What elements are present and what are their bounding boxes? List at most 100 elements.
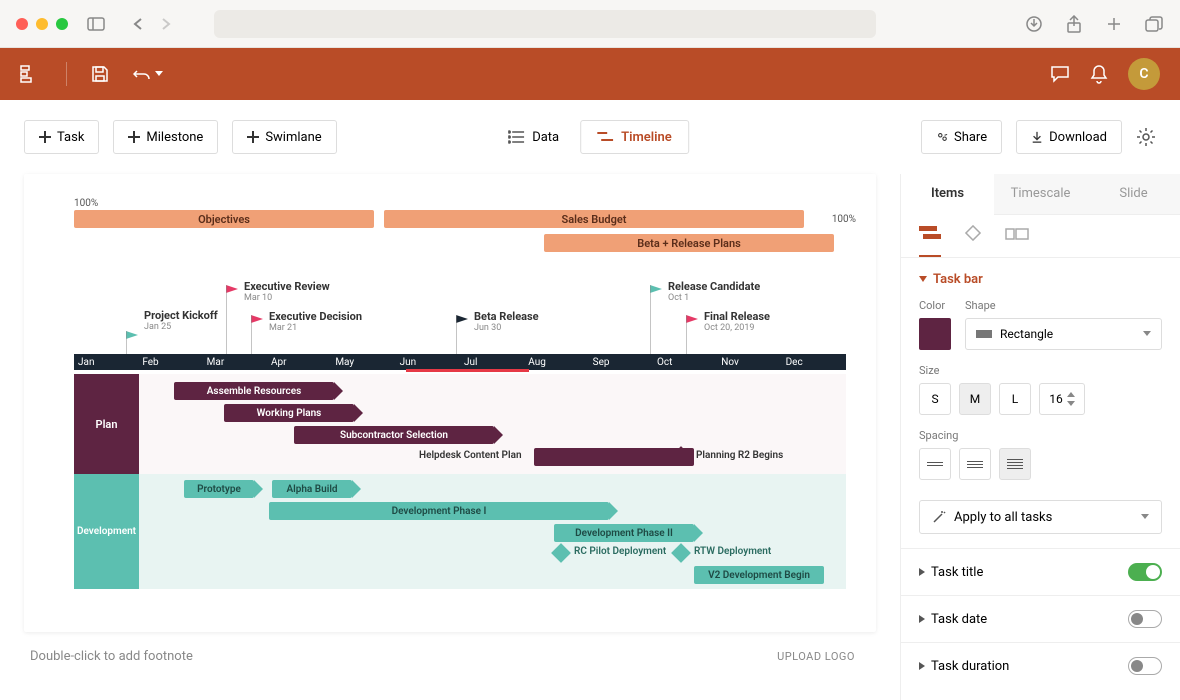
- label: Share: [954, 130, 987, 145]
- milestone-final-release[interactable]: Final Release Oct 20, 2019: [704, 310, 770, 333]
- label: Milestone: [146, 130, 203, 145]
- shape-tab-rect-icon[interactable]: [1005, 225, 1029, 257]
- rectangle-icon: [976, 330, 992, 338]
- avatar[interactable]: C: [1128, 58, 1160, 90]
- chevron-right-icon: [919, 568, 925, 576]
- size-large-button[interactable]: L: [999, 383, 1031, 415]
- section-task-date[interactable]: Task date: [901, 595, 1180, 642]
- bell-icon[interactable]: [1090, 64, 1108, 84]
- milestone-project-kickoff[interactable]: Project Kickoff Jan 25: [144, 309, 218, 332]
- milestone-rc-pilot[interactable]: [551, 543, 571, 563]
- settings-icon[interactable]: [1136, 127, 1156, 147]
- label: Timeline: [621, 130, 672, 145]
- shape-select[interactable]: Rectangle: [965, 318, 1162, 350]
- swimlane-plan[interactable]: Plan Assemble Resources Working Plans Su…: [74, 374, 846, 474]
- milestone-executive-review[interactable]: Executive Review Mar 10: [244, 280, 330, 303]
- timeline-canvas[interactable]: 100% 100% Objectives Sales Budget Beta +…: [24, 174, 876, 632]
- milestone-release-candidate[interactable]: Release Candidate Oct 1: [668, 280, 760, 303]
- size-small-button[interactable]: S: [919, 383, 951, 415]
- shape-label: Shape: [965, 299, 1162, 312]
- task-date-toggle[interactable]: [1128, 610, 1162, 628]
- spacing-loose-button[interactable]: [999, 448, 1031, 480]
- task-dev-phase-2[interactable]: Development Phase II: [554, 524, 694, 542]
- task-duration-toggle[interactable]: [1128, 657, 1162, 675]
- comment-icon[interactable]: [1050, 65, 1070, 83]
- task-subcontractor-selection[interactable]: Subcontractor Selection: [294, 426, 494, 444]
- task-alpha-build[interactable]: Alpha Build: [272, 480, 352, 498]
- apply-to-all-select[interactable]: Apply to all tasks: [919, 500, 1162, 534]
- task-assemble-resources[interactable]: Assemble Resources: [174, 382, 334, 400]
- percent-left: 100%: [74, 198, 98, 209]
- upload-logo-button[interactable]: UPLOAD LOGO: [762, 639, 870, 674]
- view-timeline-tab[interactable]: Timeline: [580, 120, 689, 154]
- task-v2-dev-begin[interactable]: V2 Development Begin: [694, 566, 824, 584]
- spacing-medium-button[interactable]: [959, 448, 991, 480]
- span-beta-release-plans[interactable]: Beta + Release Plans: [544, 234, 834, 252]
- download-icon[interactable]: [1024, 14, 1044, 34]
- color-swatch[interactable]: [919, 318, 951, 350]
- flag-icon: [126, 331, 140, 355]
- milestone-beta-release[interactable]: Beta Release Jun 30: [474, 310, 539, 333]
- share-icon[interactable]: [1064, 14, 1084, 34]
- flag-icon: [650, 285, 664, 355]
- chevron-right-icon: [919, 662, 925, 670]
- task-prototype[interactable]: Prototype: [184, 480, 254, 498]
- chevron-down-icon: [1143, 331, 1151, 337]
- flag-icon: [251, 315, 265, 355]
- tab-items[interactable]: Items: [901, 174, 994, 215]
- task-helpdesk-content-plan[interactable]: [534, 448, 694, 466]
- forward-button[interactable]: [156, 14, 176, 34]
- swimlane-label: Development: [74, 474, 139, 589]
- task-working-plans[interactable]: Working Plans: [224, 404, 354, 422]
- tab-slide[interactable]: Slide: [1087, 174, 1180, 214]
- traffic-lights: [16, 18, 68, 30]
- save-icon[interactable]: [91, 65, 109, 83]
- swimlane-development[interactable]: Development Prototype Alpha Build Develo…: [74, 474, 846, 589]
- app-logo-icon[interactable]: [20, 65, 42, 83]
- milestone-rtw[interactable]: [671, 543, 691, 563]
- size-value-input[interactable]: 16: [1039, 383, 1085, 415]
- span-objectives[interactable]: Objectives: [74, 210, 374, 228]
- back-button[interactable]: [128, 14, 148, 34]
- url-bar[interactable]: [214, 10, 876, 38]
- size-medium-button[interactable]: M: [959, 383, 991, 415]
- spacing-tight-button[interactable]: [919, 448, 951, 480]
- view-data-tab[interactable]: Data: [491, 120, 576, 154]
- span-sales-budget[interactable]: Sales Budget: [384, 210, 804, 228]
- milestone-executive-decision[interactable]: Executive Decision Mar 21: [269, 310, 362, 333]
- label: Data: [532, 130, 559, 145]
- properties-panel: Items Timescale Slide Task bar Color Sha…: [900, 174, 1180, 700]
- shape-tab-diamond-icon[interactable]: [965, 225, 981, 257]
- shape-tab-bar-icon[interactable]: [919, 225, 941, 257]
- browser-chrome: [0, 0, 1180, 48]
- milestone-rc-pilot-label: RC Pilot Deployment: [574, 546, 666, 557]
- tab-timescale[interactable]: Timescale: [994, 174, 1087, 214]
- flag-icon: [456, 315, 470, 355]
- chevron-down-icon: [1141, 514, 1149, 520]
- footnote-placeholder[interactable]: Double-click to add footnote: [30, 649, 193, 664]
- maximize-window-button[interactable]: [56, 18, 68, 30]
- minimize-window-button[interactable]: [36, 18, 48, 30]
- undo-icon[interactable]: [133, 67, 163, 81]
- section-task-duration[interactable]: Task duration: [901, 642, 1180, 689]
- download-button[interactable]: Download: [1016, 120, 1122, 154]
- tabs-icon[interactable]: [1144, 14, 1164, 34]
- add-task-button[interactable]: Task: [24, 120, 99, 154]
- wand-icon: [932, 510, 946, 524]
- milestone-planning-r2-label: Planning R2 Begins: [696, 450, 783, 461]
- milestone-rtw-label: RTW Deployment: [694, 546, 771, 557]
- section-taskbar-header[interactable]: Task bar: [919, 272, 1162, 287]
- sidebar-icon[interactable]: [86, 14, 106, 34]
- section-task-title[interactable]: Task title: [901, 548, 1180, 595]
- add-swimlane-button[interactable]: Swimlane: [232, 120, 336, 154]
- size-label: Size: [919, 364, 1162, 377]
- add-milestone-button[interactable]: Milestone: [113, 120, 218, 154]
- close-window-button[interactable]: [16, 18, 28, 30]
- swimlane-label: Plan: [74, 374, 139, 474]
- task-title-toggle[interactable]: [1128, 563, 1162, 581]
- new-tab-icon[interactable]: [1104, 14, 1124, 34]
- label: Swimlane: [265, 130, 321, 145]
- share-button[interactable]: Share: [921, 120, 1002, 154]
- task-dev-phase-1[interactable]: Development Phase I: [269, 502, 609, 520]
- label: Task: [57, 130, 84, 145]
